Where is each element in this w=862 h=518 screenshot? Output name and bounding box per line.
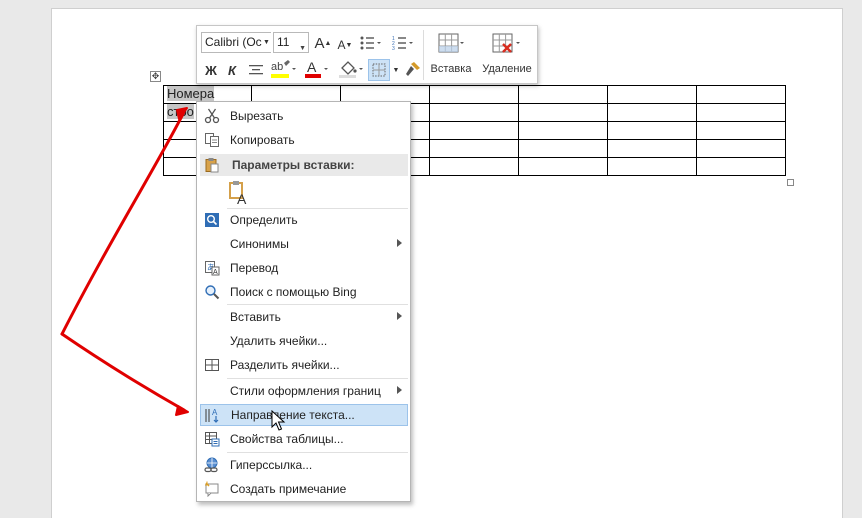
annotation-arrows — [60, 107, 189, 416]
mouse-cursor-icon — [271, 410, 286, 431]
